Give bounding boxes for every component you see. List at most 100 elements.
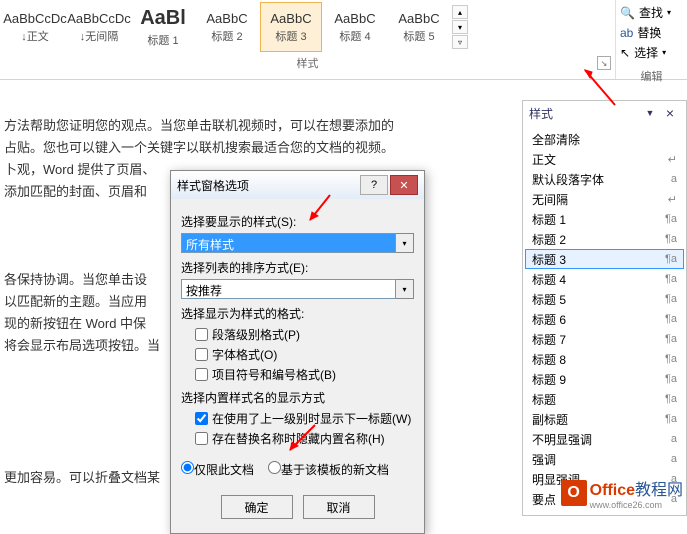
style-gallery-item[interactable]: AaBl 标题 1 (132, 2, 194, 52)
watermark: O Office教程网www.office26.com (561, 476, 683, 510)
sort-select[interactable]: 按推荐 ▾ (181, 279, 414, 299)
pane-close-icon[interactable]: × (660, 105, 680, 121)
style-list-item[interactable]: 强调a (525, 449, 684, 469)
style-preview: AaBbC (206, 11, 247, 26)
office-logo-icon: O (561, 480, 587, 506)
ok-button[interactable]: 确定 (221, 495, 293, 519)
style-gallery-item[interactable]: AaBbC 标题 2 (196, 2, 258, 52)
style-list-item[interactable]: 标题 5¶a (525, 289, 684, 309)
show-styles-label: 选择要显示的样式(S): (181, 213, 414, 230)
expand-gallery-icon[interactable]: ▿ (452, 35, 468, 49)
style-list-item[interactable]: 标题 3¶a (525, 249, 684, 269)
styles-dialog-launcher[interactable]: ↘ (597, 56, 611, 70)
style-gallery-item[interactable]: AaBbC 标题 5 (388, 2, 450, 52)
chevron-down-icon[interactable]: ▾ (396, 279, 414, 299)
style-list-item[interactable]: 默认段落字体a (525, 169, 684, 189)
style-preview: AaBl (140, 7, 186, 30)
style-symbol: ↵ (659, 153, 677, 166)
find-button[interactable]: 🔍查找▾ (620, 4, 683, 21)
pane-menu-icon[interactable]: ▼ (640, 108, 660, 118)
show-styles-select[interactable]: 所有样式 ▾ (181, 233, 414, 253)
style-preview: AaBbC (398, 11, 439, 26)
sort-label: 选择列表的排序方式(E): (181, 259, 414, 276)
style-gallery-item[interactable]: AaBbCcDc ↓正文 (4, 2, 66, 52)
style-symbol: a (659, 433, 677, 445)
style-gallery-item[interactable]: AaBbC 标题 3 (260, 2, 322, 52)
style-list-item[interactable]: 标题 9¶a (525, 369, 684, 389)
styles-group: AaBbCcDc ↓正文 AaBbCcDc ↓无间隔 AaBl 标题 1 AaBbC 标题 2… (0, 0, 615, 79)
style-list-item[interactable]: 正文↵ (525, 149, 684, 169)
close-button[interactable]: ✕ (390, 175, 418, 195)
style-label: 标题 1 (147, 32, 178, 48)
template-radio[interactable]: 基于该模板的新文档 (268, 461, 389, 478)
next-heading-checkbox[interactable] (195, 412, 208, 425)
replace-icon: ab (620, 26, 633, 40)
style-list-item[interactable]: 标题 2¶a (525, 229, 684, 249)
dialog-titlebar[interactable]: 样式窗格选项 ? ✕ (171, 171, 424, 199)
style-list-item[interactable]: 标题 4¶a (525, 269, 684, 289)
this-doc-radio[interactable]: 仅限此文档 (181, 461, 254, 478)
style-list: 全部清除正文↵默认段落字体a无间隔↵标题 1¶a标题 2¶a标题 3¶a标题 4… (523, 125, 686, 513)
style-preview: AaBbCcDc (67, 11, 131, 26)
style-symbol: ¶a (659, 313, 677, 325)
style-symbol: ¶a (659, 353, 677, 365)
style-label: ↓正文 (21, 28, 49, 44)
style-symbol: ¶a (659, 373, 677, 385)
style-label: 标题 5 (403, 28, 434, 44)
style-label: 标题 4 (339, 28, 370, 44)
font-format-checkbox[interactable] (195, 348, 208, 361)
style-label: 标题 3 (275, 28, 306, 44)
scroll-down-icon[interactable]: ▾ (452, 20, 468, 34)
style-preview: AaBbC (334, 11, 375, 26)
style-list-item[interactable]: 标题 7¶a (525, 329, 684, 349)
sort-value: 按推荐 (181, 279, 396, 299)
pane-header: 样式 ▼ × (523, 101, 686, 125)
chevron-down-icon[interactable]: ▾ (396, 233, 414, 253)
style-symbol: ¶a (659, 293, 677, 305)
dialog-title-text: 样式窗格选项 (177, 177, 358, 194)
style-gallery-item[interactable]: AaBbCcDc ↓无间隔 (68, 2, 130, 52)
show-styles-value: 所有样式 (181, 233, 396, 253)
style-preview: AaBbC (270, 11, 311, 26)
style-list-item[interactable]: 标题 6¶a (525, 309, 684, 329)
style-symbol: ¶a (659, 213, 677, 225)
style-list-item[interactable]: 标题 1¶a (525, 209, 684, 229)
style-label: 标题 2 (211, 28, 242, 44)
style-gallery: AaBbCcDc ↓正文 AaBbCcDc ↓无间隔 AaBl 标题 1 AaBbC 标题 2… (0, 0, 615, 54)
chevron-down-icon: ▾ (662, 48, 666, 57)
cancel-button[interactable]: 取消 (303, 495, 375, 519)
style-list-item[interactable]: 标题¶a (525, 389, 684, 409)
style-gallery-item[interactable]: AaBbC 标题 4 (324, 2, 386, 52)
style-symbol: ↵ (659, 193, 677, 206)
style-preview: AaBbCcDc (3, 11, 67, 26)
paragraph-format-checkbox[interactable] (195, 328, 208, 341)
gallery-scroll: ▴▾▿ (452, 2, 468, 52)
style-list-item[interactable]: 副标题¶a (525, 409, 684, 429)
dialog-body: 选择要显示的样式(S): 所有样式 ▾ 选择列表的排序方式(E): 按推荐 ▾ … (171, 199, 424, 533)
doc-line: 占贴。您也可以键入一个关键字以联机搜索最适合您的文档的视频。 (4, 137, 486, 159)
scroll-up-icon[interactable]: ▴ (452, 5, 468, 19)
chevron-down-icon: ▾ (667, 8, 671, 17)
style-symbol: ¶a (659, 333, 677, 345)
search-icon: 🔍 (620, 6, 635, 20)
style-list-item[interactable]: 标题 8¶a (525, 349, 684, 369)
styles-pane: 样式 ▼ × 全部清除正文↵默认段落字体a无间隔↵标题 1¶a标题 2¶a标题 … (522, 100, 687, 516)
style-list-item[interactable]: 无间隔↵ (525, 189, 684, 209)
hide-builtin-checkbox[interactable] (195, 432, 208, 445)
style-label: ↓无间隔 (80, 28, 119, 44)
style-list-item[interactable]: 全部清除 (525, 129, 684, 149)
replace-button[interactable]: ab替换 (620, 24, 683, 41)
select-button[interactable]: ↖选择▾ (620, 44, 683, 61)
builtin-label: 选择内置样式名的显示方式 (181, 389, 414, 406)
style-pane-options-dialog: 样式窗格选项 ? ✕ 选择要显示的样式(S): 所有样式 ▾ 选择列表的排序方式… (170, 170, 425, 534)
help-button[interactable]: ? (360, 175, 388, 195)
style-list-item[interactable]: 不明显强调a (525, 429, 684, 449)
style-symbol: ¶a (659, 413, 677, 425)
edit-group: 🔍查找▾ ab替换 ↖选择▾ 编辑 (615, 0, 687, 79)
styles-group-label: 样式 ↘ (0, 54, 615, 72)
style-symbol: ¶a (659, 393, 677, 405)
pane-title: 样式 (529, 105, 640, 122)
list-format-checkbox[interactable] (195, 368, 208, 381)
style-symbol: ¶a (659, 273, 677, 285)
style-symbol: a (659, 453, 677, 465)
